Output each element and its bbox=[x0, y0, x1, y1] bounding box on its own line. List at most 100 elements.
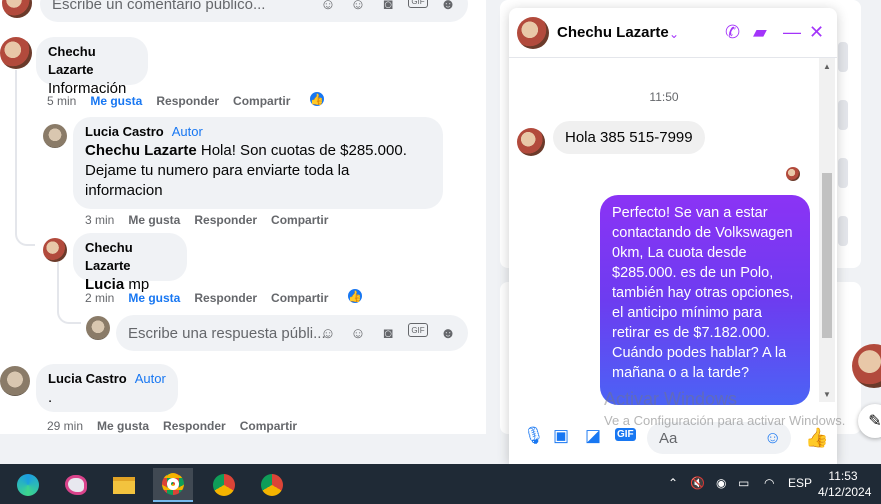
input-icons: ☺ ☺ ◙ GIF ☻ bbox=[318, 0, 458, 14]
chat-messages: 11:50 Hola 385 515-7999 Perfecto! Se van… bbox=[509, 58, 837, 405]
avatar-sticker-icon[interactable]: ☻ bbox=[438, 323, 458, 343]
volume-muted-icon[interactable]: 🔇 bbox=[690, 476, 705, 490]
camera-icon[interactable]: ◙ bbox=[378, 323, 398, 343]
edge-icon[interactable] bbox=[8, 468, 48, 502]
chat-avatar[interactable] bbox=[517, 17, 549, 49]
comment-actions: 3 min Me gusta Responder Compartir bbox=[85, 213, 342, 227]
background-item bbox=[838, 100, 848, 130]
scroll-thumb[interactable] bbox=[822, 173, 832, 338]
clock[interactable]: 11:53 4/12/2024 bbox=[818, 468, 871, 500]
like-button[interactable]: Me gusta bbox=[90, 94, 142, 108]
activation-watermark-title: Activar Windows bbox=[604, 389, 738, 409]
language-indicator[interactable]: ESP bbox=[788, 476, 812, 490]
chevron-up-icon[interactable]: ⌃ bbox=[668, 476, 678, 490]
avatar bbox=[86, 316, 110, 340]
paint-icon[interactable] bbox=[56, 468, 96, 502]
comment-author: Lucia Castro Autor bbox=[85, 123, 431, 141]
avatar-sticker-icon[interactable]: ☻ bbox=[438, 0, 458, 14]
comment-time[interactable]: 5 min bbox=[47, 94, 76, 108]
comment-text: Chechu Lazarte Hola! Son cuotas de $285.… bbox=[85, 142, 407, 199]
share-button[interactable]: Compartir bbox=[233, 94, 290, 108]
gif-icon[interactable]: GIF bbox=[615, 428, 636, 441]
comment-time[interactable]: 3 min bbox=[85, 213, 114, 227]
activation-watermark-text: Ve a Configuración para activar Windows. bbox=[604, 413, 846, 428]
reply-input[interactable]: Escribe una respuesta públi... ☺ ☺ ◙ GIF… bbox=[116, 315, 468, 351]
like-button[interactable]: Me gusta bbox=[128, 291, 180, 305]
thread-line bbox=[15, 70, 35, 246]
comment-author-name[interactable]: Lucia Castro bbox=[48, 371, 127, 386]
chat-contact-name[interactable]: Chechu Lazarte bbox=[557, 24, 669, 41]
scroll-up-icon[interactable]: ▲ bbox=[823, 62, 831, 71]
share-button[interactable]: Compartir bbox=[271, 291, 328, 305]
like-send-icon[interactable]: 👍 bbox=[805, 426, 829, 450]
wifi-icon[interactable]: ◠ bbox=[764, 476, 774, 490]
minimize-icon[interactable]: — bbox=[783, 23, 801, 41]
comment-author[interactable]: Chechu Lazarte bbox=[85, 239, 175, 275]
chat-scrollbar[interactable]: ▲ ▼ bbox=[819, 58, 835, 402]
comment-input-placeholder: Escribe un comentario público... bbox=[52, 0, 266, 13]
gif-icon[interactable]: GIF bbox=[408, 323, 428, 337]
microphone-icon[interactable]: 🎙 bbox=[523, 426, 545, 446]
comments-panel: Escribe un comentario público... ☺ ☺ ◙ G… bbox=[0, 0, 486, 434]
clock-time: 11:53 bbox=[828, 469, 858, 483]
comment-input[interactable]: Escribe un comentario público... ☺ ☺ ◙ G… bbox=[40, 0, 468, 22]
comment-author-name[interactable]: Lucia Castro bbox=[85, 124, 164, 139]
sticker-icon[interactable]: ☺ bbox=[318, 0, 338, 14]
video-icon[interactable]: ▰ bbox=[753, 23, 767, 41]
reply-button[interactable]: Responder bbox=[194, 213, 257, 227]
chrome-icon[interactable] bbox=[153, 468, 193, 502]
avatar[interactable] bbox=[43, 124, 67, 148]
avatar[interactable] bbox=[0, 366, 30, 396]
emoji-icon[interactable]: ☺ bbox=[348, 323, 368, 343]
share-button[interactable]: Compartir bbox=[240, 419, 297, 433]
author-badge: Autor bbox=[134, 371, 166, 386]
scroll-down-icon[interactable]: ▼ bbox=[823, 390, 831, 399]
reply-button[interactable]: Responder bbox=[194, 291, 257, 305]
chrome-profile-icon[interactable] bbox=[252, 468, 292, 502]
battery-icon[interactable]: ▭ bbox=[738, 476, 749, 490]
file-explorer-icon[interactable] bbox=[104, 468, 144, 502]
reply-button[interactable]: Responder bbox=[163, 419, 226, 433]
outgoing-message[interactable]: Perfecto! Se van a estar contactando de … bbox=[600, 195, 810, 405]
comment-bubble: Chechu Lazarte Información bbox=[36, 37, 148, 97]
seen-avatar bbox=[786, 167, 800, 181]
camera-icon[interactable]: ◙ bbox=[378, 0, 398, 14]
comment-time[interactable]: 29 min bbox=[47, 419, 83, 433]
chevron-down-icon[interactable]: ⌄ bbox=[669, 25, 679, 43]
comment-actions: 5 min Me gusta Responder Compartir bbox=[47, 94, 304, 108]
comment-bubble: Lucia Castro Autor . bbox=[36, 364, 178, 412]
contact-avatar bbox=[517, 128, 545, 156]
comment-author[interactable]: Chechu Lazarte bbox=[48, 43, 136, 79]
author-badge: Autor bbox=[171, 124, 203, 139]
like-reaction-icon[interactable]: 👍 bbox=[346, 287, 364, 305]
emoji-icon[interactable]: ☺ bbox=[764, 428, 781, 448]
phone-icon[interactable]: ✆ bbox=[725, 23, 740, 41]
webcam-icon[interactable]: ◉ bbox=[716, 476, 726, 490]
reply-button[interactable]: Responder bbox=[156, 94, 219, 108]
chrome-profile-icon[interactable] bbox=[204, 468, 244, 502]
incoming-message[interactable]: Hola 385 515-7999 bbox=[553, 121, 705, 154]
sticker-icon[interactable]: ◪ bbox=[585, 426, 601, 446]
close-icon[interactable]: ✕ bbox=[809, 23, 824, 41]
like-button[interactable]: Me gusta bbox=[128, 213, 180, 227]
comment-bubble: Lucia Castro Autor Chechu Lazarte Hola! S… bbox=[73, 117, 443, 209]
mention[interactable]: Chechu Lazarte bbox=[85, 142, 197, 159]
emoji-icon[interactable]: ☺ bbox=[348, 0, 368, 14]
like-button[interactable]: Me gusta bbox=[97, 419, 149, 433]
share-button[interactable]: Compartir bbox=[271, 213, 328, 227]
reply-input-placeholder: Escribe una respuesta públi... bbox=[128, 324, 326, 342]
sticker-icon[interactable]: ☺ bbox=[318, 323, 338, 343]
message-timestamp: 11:50 bbox=[649, 90, 679, 104]
avatar bbox=[2, 0, 32, 18]
gif-icon[interactable]: GIF bbox=[408, 0, 428, 8]
avatar[interactable] bbox=[43, 238, 67, 262]
image-icon[interactable]: ▣ bbox=[553, 426, 569, 446]
background-item bbox=[838, 216, 848, 246]
background-item bbox=[838, 158, 848, 188]
comment-time[interactable]: 2 min bbox=[85, 291, 114, 305]
like-reaction-icon[interactable]: 👍 bbox=[308, 90, 326, 108]
comment-bubble: Chechu Lazarte Lucia mp bbox=[73, 233, 187, 293]
comment-actions: 29 min Me gusta Responder Compartir bbox=[47, 419, 311, 433]
avatar[interactable] bbox=[0, 37, 32, 69]
message-input-placeholder: Aa bbox=[659, 430, 678, 447]
